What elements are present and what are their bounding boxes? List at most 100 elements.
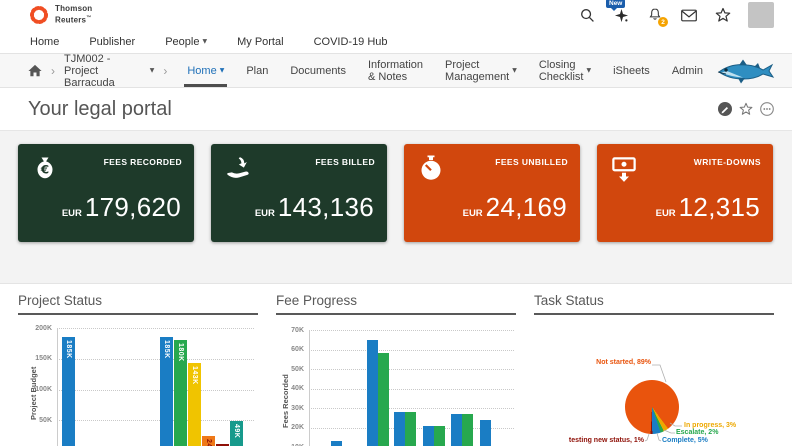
breadcrumb-chevron-icon: › — [163, 64, 167, 78]
money-bag-icon: € — [30, 154, 60, 184]
tab-information-notes[interactable]: Information & Notes — [357, 54, 434, 87]
thomson-reuters-logo[interactable]: Thomson Reuters™ — [28, 4, 92, 26]
chart-panel-fee-progress: Fee Progress 010K20K30K40K50K60K70KFees … — [276, 291, 516, 446]
breadcrumb-project[interactable]: TJM002 - Project Barracuda ▼ — [64, 53, 154, 89]
notification-count-badge: 2 — [658, 17, 668, 27]
bar — [394, 412, 405, 446]
bar — [331, 441, 342, 446]
tab-label: Home — [187, 65, 216, 77]
nav-item-label: Home — [30, 36, 59, 48]
kpi-card-write-downs[interactable]: WRITE-DOWNSEUR12,315 — [597, 144, 773, 242]
tab-label: Admin — [672, 65, 703, 77]
chart-plot: Not started, 89%In progress, 3%Escalate,… — [534, 291, 774, 446]
tab-closing-checklist[interactable]: Closing Checklist▼ — [528, 54, 602, 87]
gridline — [309, 389, 514, 390]
kpi-amount: 24,169 — [486, 192, 567, 223]
nav-item-covid-19-hub[interactable]: COVID-19 Hub — [314, 36, 388, 48]
bar — [367, 340, 378, 446]
chevron-down-icon: ▼ — [150, 67, 155, 74]
tab-admin[interactable]: Admin — [661, 54, 714, 87]
kpi-currency: EUR — [656, 208, 676, 219]
kpi-label: WRITE-DOWNS — [694, 157, 761, 167]
charts-row: Project Status 050K100K150K200KProject B… — [0, 284, 792, 446]
bar — [480, 420, 491, 446]
tab-plan[interactable]: Plan — [235, 54, 279, 87]
ai-sparkle-icon[interactable]: New — [612, 6, 630, 24]
star-icon[interactable] — [714, 6, 732, 24]
more-ellipsis-icon[interactable] — [760, 102, 774, 116]
bar — [451, 414, 462, 446]
nav-item-label: Publisher — [89, 36, 135, 48]
nav-item-home[interactable]: Home — [30, 36, 59, 48]
brand-text: Thomson Reuters™ — [55, 5, 92, 25]
top-actions: New 2 — [578, 0, 774, 30]
chevron-down-icon: ▼ — [586, 67, 591, 74]
breadcrumb-bar: › TJM002 - Project Barracuda ▼ › Home▼Pl… — [0, 53, 792, 88]
stopwatch-icon — [416, 154, 446, 184]
svg-text:€: € — [40, 163, 49, 177]
kpi-card-fees-unbilled[interactable]: FEES UNBILLEDEUR24,169 — [404, 144, 580, 242]
kpi-value: EUR143,136 — [255, 192, 374, 223]
nav-item-label: COVID-19 Hub — [314, 36, 388, 48]
bar-value-label: 180K — [177, 343, 184, 362]
pie-slice-label-complete: Complete, 5% — [662, 437, 708, 445]
avatar[interactable] — [748, 2, 774, 28]
edit-icon[interactable] — [718, 102, 732, 116]
gridline — [309, 369, 514, 370]
breadcrumb-project-label: TJM002 - Project Barracuda — [64, 53, 146, 89]
chart-panel-project-status: Project Status 050K100K150K200KProject B… — [18, 291, 258, 446]
nav-item-my-portal[interactable]: My Portal — [237, 36, 283, 48]
legal-portal-page: Thomson Reuters™ New 2 — [0, 0, 792, 446]
bell-icon[interactable]: 2 — [646, 6, 664, 24]
gridline — [309, 330, 514, 331]
gridline — [57, 359, 254, 360]
gridline — [57, 390, 254, 391]
kpi-amount: 179,620 — [85, 192, 181, 223]
chart-plot: 050K100K150K200KProject Budget185K185K18… — [18, 291, 258, 446]
tab-isheets[interactable]: iSheets — [602, 54, 661, 87]
banknote-down-icon — [609, 154, 639, 184]
pie-slice-label-testing-new-status: testing new status, 1% — [569, 437, 644, 445]
y-tick-label: 60K — [276, 346, 304, 353]
brand-line1: Thomson — [55, 5, 92, 14]
bar — [423, 426, 434, 446]
module-tabs: Home▼PlanDocumentsInformation & NotesPro… — [176, 54, 714, 87]
nav-item-publisher[interactable]: Publisher — [89, 36, 135, 48]
y-tick-label: 70K — [276, 327, 304, 334]
bar — [378, 353, 389, 446]
search-icon[interactable] — [578, 6, 596, 24]
kpi-card-fees-recorded[interactable]: €FEES RECORDEDEUR179,620 — [18, 144, 194, 242]
bar — [434, 426, 445, 446]
tab-home[interactable]: Home▼ — [176, 54, 235, 87]
tab-project-management[interactable]: Project Management▼ — [434, 54, 528, 87]
bar: 49K — [230, 421, 243, 446]
new-badge: New — [606, 0, 625, 8]
nav-item-people[interactable]: People▼ — [165, 36, 207, 48]
kpi-value: EUR179,620 — [62, 192, 181, 223]
favorite-star-icon[interactable] — [739, 102, 753, 116]
bar: 180K — [174, 340, 187, 446]
chart-panel-task-status: Task Status Not started, 89%In progress,… — [534, 291, 774, 446]
chart-plot: 010K20K30K40K50K60K70KFees Recorded — [276, 291, 516, 446]
tab-label: Closing Checklist — [539, 59, 584, 83]
home-icon[interactable] — [28, 64, 42, 78]
kpi-band: €FEES RECORDEDEUR179,620 FEES BILLEDEUR1… — [0, 131, 792, 284]
tab-label: Information & Notes — [368, 59, 423, 83]
page-title: Your legal portal — [28, 98, 172, 121]
kpi-currency: EUR — [62, 208, 82, 219]
bar-value-label: 143K — [191, 366, 198, 385]
tab-documents[interactable]: Documents — [279, 54, 357, 87]
kpi-row: €FEES RECORDEDEUR179,620 FEES BILLEDEUR1… — [18, 144, 774, 242]
mail-icon[interactable] — [680, 6, 698, 24]
pie-slice-label-not-started: Not started, 89% — [596, 359, 651, 367]
nav-item-label: My Portal — [237, 36, 283, 48]
bar — [405, 412, 416, 446]
gridline — [57, 328, 254, 329]
title-row: Your legal portal — [0, 88, 792, 131]
kpi-label: FEES BILLED — [315, 157, 375, 167]
kpi-card-fees-billed[interactable]: FEES BILLED EUR143,136 — [211, 144, 387, 242]
bar: 185K — [62, 337, 75, 446]
kpi-value: EUR24,169 — [463, 192, 567, 223]
breadcrumb-chevron-icon: › — [51, 64, 55, 78]
tr-dotted-circle-icon — [28, 4, 50, 26]
